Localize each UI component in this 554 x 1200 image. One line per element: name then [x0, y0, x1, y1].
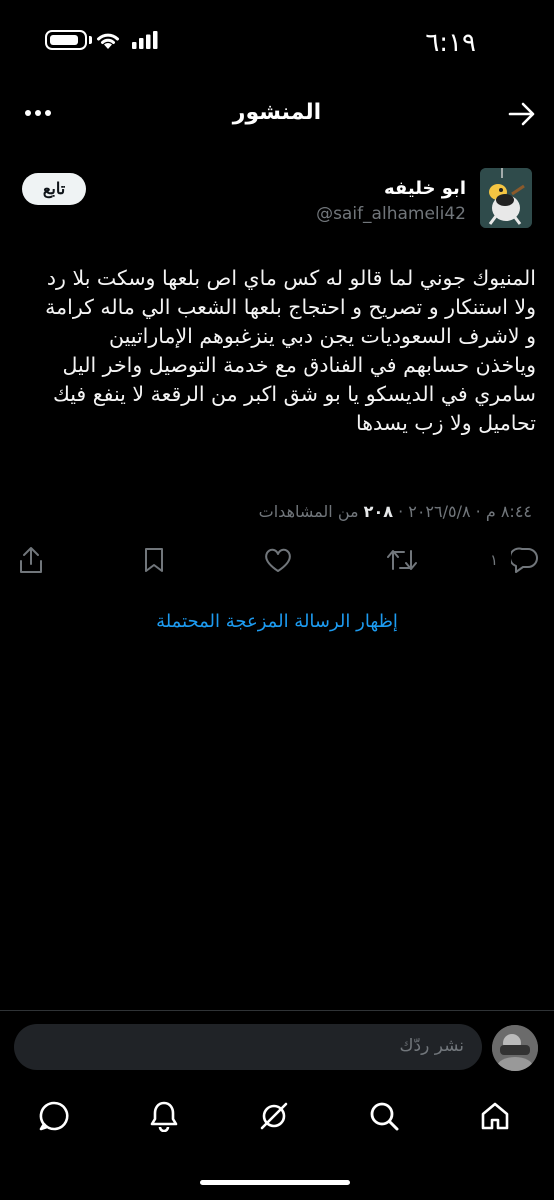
- user-avatar[interactable]: [492, 1025, 538, 1071]
- tab-search-icon[interactable]: [366, 1098, 402, 1134]
- author-name[interactable]: ابو خليفه: [384, 178, 466, 199]
- battery-tip: [89, 36, 92, 44]
- battery-icon: [45, 30, 87, 50]
- tab-notifications-icon[interactable]: [146, 1098, 182, 1134]
- tab-home-icon[interactable]: [477, 1098, 513, 1134]
- share-icon[interactable]: [15, 544, 47, 576]
- home-indicator: [200, 1180, 350, 1185]
- views-count: ٢٠٨: [363, 502, 393, 521]
- like-icon[interactable]: [262, 544, 294, 576]
- tab-grok-icon[interactable]: [256, 1098, 292, 1134]
- reply-icon[interactable]: [509, 544, 541, 576]
- author-handle[interactable]: @saif_alhameli42: [316, 204, 466, 224]
- wifi-icon: [95, 29, 121, 51]
- reply-placeholder: نشر ردّك: [399, 1036, 464, 1056]
- show-probable-spam-link[interactable]: إظهار الرسالة المزعجة المحتملة: [0, 611, 554, 632]
- post-timestamp: ٨:٤٤ م · ٢٠٢٦/٥/٨ ·: [398, 502, 532, 521]
- follow-button[interactable]: تابع: [22, 173, 86, 205]
- status-time: ٦:١٩: [425, 28, 476, 58]
- more-options-icon[interactable]: [24, 108, 52, 118]
- tab-messages-icon[interactable]: [36, 1098, 72, 1134]
- views-label: من المشاهدات: [258, 502, 359, 521]
- composer-divider: [0, 1010, 554, 1011]
- page-title: المنشور: [232, 100, 322, 125]
- bookmark-icon[interactable]: [138, 544, 170, 576]
- author-avatar[interactable]: [480, 168, 532, 228]
- cellular-signal-icon: [132, 31, 160, 49]
- post-text: المنيوك جوني لما قالو له كس ماي اص بلعها…: [45, 266, 536, 435]
- reply-count: ١: [490, 551, 499, 569]
- post-meta: ٨:٤٤ م · ٢٠٢٦/٥/٨ · ٢٠٨ من المشاهدات: [259, 502, 532, 521]
- repost-icon[interactable]: [386, 544, 418, 576]
